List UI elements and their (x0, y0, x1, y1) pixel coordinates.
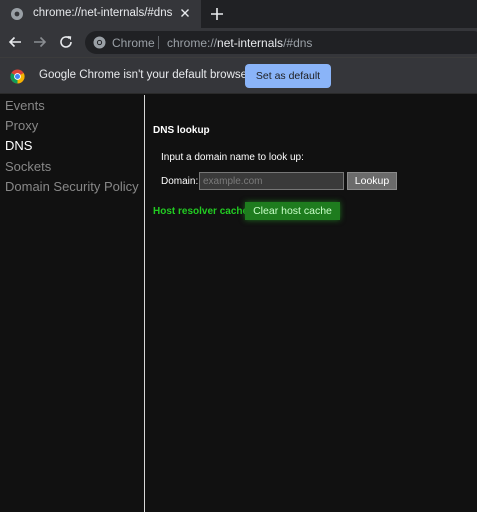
lookup-button[interactable]: Lookup (347, 172, 397, 190)
sidebar-item-proxy[interactable]: Proxy (5, 118, 38, 133)
url-scheme: chrome:// (167, 36, 218, 50)
chrome-icon (93, 36, 106, 49)
globe-icon (10, 7, 24, 21)
address-bar[interactable]: Chrome chrome://net-internals/#dns (85, 31, 477, 54)
url-host: net-internals (217, 36, 284, 50)
default-browser-infobar: Google Chrome isn't your default browser… (0, 57, 477, 94)
sidebar-item-events[interactable]: Events (5, 98, 45, 113)
forward-arrow-icon[interactable] (31, 33, 49, 51)
dns-panel: DNS lookup Input a domain name to look u… (146, 95, 477, 512)
sidebar-item-dns[interactable]: DNS (5, 138, 32, 153)
reload-icon[interactable] (57, 33, 75, 51)
sidebar-item-sockets[interactable]: Sockets (5, 159, 51, 174)
tab-strip: chrome://net-internals/#dns (0, 0, 477, 28)
tab-title: chrome://net-internals/#dns (33, 7, 173, 19)
back-arrow-icon[interactable] (6, 33, 24, 51)
net-internals-page: Events Proxy DNS Sockets Domain Security… (0, 95, 477, 512)
omnibox-divider (158, 36, 159, 49)
sidebar: Events Proxy DNS Sockets Domain Security… (0, 95, 145, 512)
clear-host-cache-button[interactable]: Clear host cache (245, 202, 340, 220)
url-path: /#dns (283, 36, 313, 50)
chrome-logo-icon (10, 69, 25, 84)
new-tab-icon[interactable] (208, 5, 226, 23)
url-text[interactable]: chrome://net-internals/#dns (167, 36, 312, 50)
tab-net-internals[interactable]: chrome://net-internals/#dns (0, 0, 201, 28)
infobar-message: Google Chrome isn't your default browser (39, 69, 251, 81)
dns-lookup-heading: DNS lookup (153, 125, 210, 136)
sidebar-item-domain-security-policy[interactable]: Domain Security Policy (5, 179, 139, 194)
domain-input[interactable] (199, 172, 344, 190)
domain-label: Domain: (161, 176, 199, 187)
site-chip-label: Chrome (112, 36, 155, 50)
close-tab-icon[interactable] (178, 6, 192, 20)
set-as-default-button[interactable]: Set as default (245, 64, 331, 88)
dns-lookup-prompt: Input a domain name to look up: (161, 152, 304, 163)
toolbar: Chrome chrome://net-internals/#dns (0, 28, 477, 57)
host-resolver-cache-label: Host resolver cache (153, 206, 249, 217)
